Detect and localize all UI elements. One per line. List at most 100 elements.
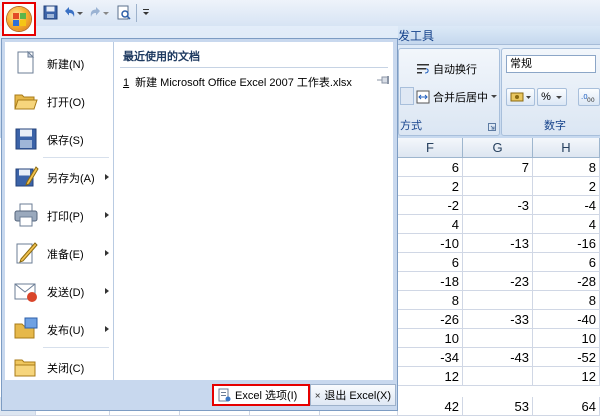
submenu-arrow-icon [105, 326, 109, 332]
redo-dropdown-icon[interactable] [102, 5, 110, 20]
menu-item-label: 打印(P) [47, 211, 84, 223]
menu-item-save-as[interactable]: 另存为(A) [5, 158, 113, 196]
merge-center-button[interactable]: 合并后居中 [416, 87, 498, 106]
cell[interactable]: -18 [398, 272, 463, 291]
save-icon[interactable] [43, 5, 58, 20]
office-menu: 新建(N) 打开(O) 保存(S) 另存为(A) 打印(P) 准备(E) 发送(D) 发布(U… [1, 38, 398, 411]
customize-dropdown-icon[interactable] [142, 5, 150, 20]
cell[interactable]: -26 [398, 310, 463, 329]
cell[interactable] [463, 253, 533, 272]
exit-excel-button[interactable]: 退出 Excel(X) [310, 384, 396, 406]
cell[interactable]: 64 [533, 397, 600, 416]
cell[interactable]: -10 [398, 234, 463, 253]
print-preview-icon[interactable] [116, 5, 131, 20]
column-header[interactable]: H [533, 138, 600, 158]
cell[interactable]: 8 [533, 158, 600, 177]
pin-icon[interactable] [377, 75, 391, 85]
number-group-label: 数字 [544, 120, 566, 132]
open-folder-icon [14, 94, 38, 110]
cell[interactable]: 8 [398, 291, 463, 310]
cell[interactable]: 42 [398, 397, 463, 416]
submenu-arrow-icon [105, 212, 109, 218]
send-icon [14, 283, 37, 302]
menu-item-new-document[interactable]: 新建(N) [5, 44, 113, 82]
cell[interactable]: 6 [398, 253, 463, 272]
cell[interactable]: 12 [398, 367, 463, 386]
cell[interactable]: 4 [533, 215, 600, 234]
cell[interactable]: -16 [533, 234, 600, 253]
cell[interactable]: -40 [533, 310, 600, 329]
cell[interactable]: 4 [398, 215, 463, 234]
percent-label: % [541, 91, 551, 103]
increase-decimal-button[interactable]: .0 00 [578, 88, 600, 106]
column-header[interactable]: G [463, 138, 533, 158]
cell[interactable]: -33 [463, 310, 533, 329]
cell[interactable] [463, 367, 533, 386]
column-header[interactable]: F [398, 138, 463, 158]
recent-document-item[interactable]: 1 新建 Microsoft Office Excel 2007 工作表.xlsx [123, 74, 352, 90]
cell[interactable] [463, 177, 533, 196]
wrap-text-button[interactable]: 自动换行 [416, 59, 477, 78]
menu-item-send[interactable]: 发送(D) [5, 272, 113, 310]
office-button[interactable] [2, 2, 36, 36]
svg-text:00: 00 [587, 97, 595, 103]
recent-document-number: 1 [123, 77, 130, 89]
save-as-icon [15, 166, 39, 187]
menu-item-publish[interactable]: 发布(U) [5, 310, 113, 348]
menu-item-label: 保存(S) [47, 135, 84, 147]
menu-item-printer[interactable]: 打印(P) [5, 196, 113, 234]
cell[interactable]: -52 [533, 348, 600, 367]
wrap-text-label: 自动换行 [433, 63, 477, 76]
cell[interactable]: -3 [463, 196, 533, 215]
cell[interactable]: -4 [533, 196, 600, 215]
alignment-group-label: 方式 [400, 120, 422, 132]
increase-decimal-icon: .0 00 [581, 93, 595, 103]
cell[interactable]: 10 [398, 329, 463, 348]
ribbon-tab-developer[interactable]: 发工具 [398, 26, 600, 45]
cell[interactable]: 53 [463, 397, 533, 416]
printer-icon [14, 203, 38, 227]
menu-item-save[interactable]: 保存(S) [5, 120, 113, 158]
cell[interactable]: 10 [533, 329, 600, 348]
cell[interactable] [463, 291, 533, 310]
cell[interactable]: 7 [463, 158, 533, 177]
cell[interactable]: -23 [463, 272, 533, 291]
menu-item-label: 准备(E) [47, 249, 84, 261]
qat-separator [136, 4, 137, 22]
office-menu-commands: 新建(N) 打开(O) 保存(S) 另存为(A) 打印(P) 准备(E) 发送(D) 发布(U… [5, 42, 114, 380]
menu-item-open-folder[interactable]: 打开(O) [5, 82, 113, 120]
ribbon-tab-label: 发工具 [398, 29, 435, 43]
undo-icon[interactable] [62, 5, 77, 20]
redo-icon[interactable] [88, 5, 103, 20]
cell[interactable] [463, 329, 533, 348]
cell[interactable] [463, 215, 533, 234]
cell[interactable]: 2 [533, 177, 600, 196]
cell[interactable]: -28 [533, 272, 600, 291]
office-logo-icon [7, 7, 31, 31]
menu-item-label: 新建(N) [47, 59, 85, 71]
align-button[interactable] [400, 87, 414, 105]
cell[interactable]: 6 [533, 253, 600, 272]
chevron-down-icon [491, 95, 497, 98]
menu-item-prepare[interactable]: 准备(E) [5, 234, 113, 272]
prepare-icon [16, 242, 38, 264]
number-format-select[interactable]: 常规 [506, 55, 596, 73]
cell[interactable]: -43 [463, 348, 533, 367]
cell[interactable]: 12 [533, 367, 600, 386]
cell[interactable]: 2 [398, 177, 463, 196]
undo-dropdown-icon[interactable] [76, 5, 84, 20]
cell[interactable]: 6 [398, 158, 463, 177]
cell[interactable]: -34 [398, 348, 463, 367]
new-document-icon [17, 50, 35, 74]
accounting-format-button[interactable] [506, 88, 535, 106]
merge-cells-icon [416, 90, 430, 103]
cell[interactable]: -13 [463, 234, 533, 253]
submenu-arrow-icon [105, 250, 109, 256]
cell[interactable]: -2 [398, 196, 463, 215]
cell[interactable]: 8 [533, 291, 600, 310]
divider [120, 67, 388, 68]
percent-style-button[interactable]: % [537, 88, 567, 106]
dialog-launcher-icon[interactable] [488, 123, 496, 131]
excel-options-button[interactable]: Excel 选项(I) [212, 384, 310, 406]
excel-options-label: Excel 选项(I) [235, 390, 298, 402]
